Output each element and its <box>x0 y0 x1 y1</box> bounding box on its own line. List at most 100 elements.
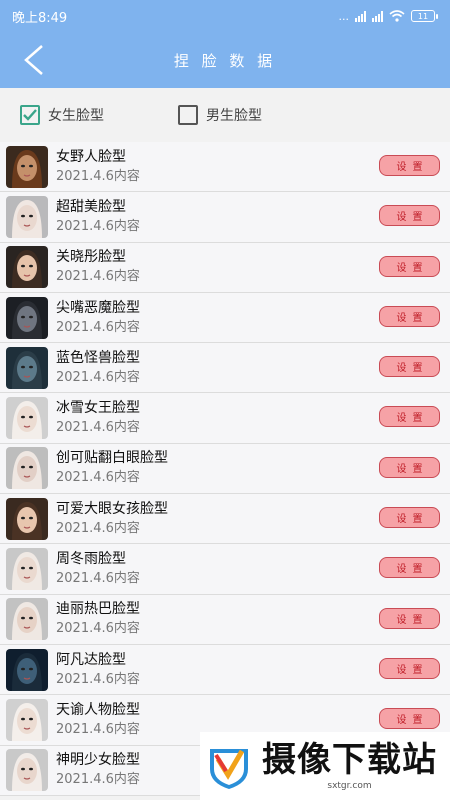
face-row: 创可贴翻白眼脸型 2021.4.6内容 设置 <box>0 443 450 495</box>
set-button[interactable]: 设置 <box>379 657 440 679</box>
face-info: 神明少女脸型 2021.4.6内容 <box>56 750 140 790</box>
watermark-url: sxtgr.com <box>327 781 372 791</box>
male-label: 男生脸型 <box>206 108 262 124</box>
face-row: 阿凡达脸型 2021.4.6内容 设置 <box>0 644 450 696</box>
set-button[interactable]: 设置 <box>379 155 440 176</box>
face-date: 2021.4.6内容 <box>56 671 140 687</box>
battery-icon: 11 <box>411 10 438 22</box>
face-date: 2021.4.6内容 <box>56 420 140 436</box>
male-checkbox[interactable] <box>178 105 198 125</box>
female-label: 女生脸型 <box>48 108 104 124</box>
face-date: 2021.4.6内容 <box>56 168 140 184</box>
face-row: 冰雪女王脸型 2021.4.6内容 设置 <box>0 393 450 444</box>
network-speed: ... <box>338 9 350 23</box>
face-avatar <box>6 447 48 490</box>
face-avatar <box>6 346 48 389</box>
set-button[interactable]: 设置 <box>379 708 440 730</box>
set-button[interactable]: 设置 <box>379 305 440 327</box>
face-date: 2021.4.6内容 <box>56 571 140 587</box>
face-name: 神明少女脸型 <box>56 752 140 769</box>
face-row: 蓝色怪兽脸型 2021.4.6内容 设置 <box>0 343 450 394</box>
face-info: 尖嘴恶魔脸型 2021.4.6内容 <box>56 298 140 338</box>
set-button[interactable]: 设置 <box>379 205 440 227</box>
face-name: 周冬雨脸型 <box>56 551 126 568</box>
face-info: 天谕人物脸型 2021.4.6内容 <box>56 700 140 740</box>
face-avatar <box>6 497 48 540</box>
face-avatar <box>6 246 48 289</box>
battery-level: 11 <box>411 10 435 22</box>
checkmark-icon <box>23 109 37 121</box>
face-row: 尖嘴恶魔脸型 2021.4.6内容 设置 <box>0 292 450 344</box>
face-date: 2021.4.6内容 <box>56 721 140 737</box>
face-date: 2021.4.6内容 <box>56 218 140 234</box>
app-header: 晚上8:49 ... 11 捏 脸 数 据 <box>0 0 450 88</box>
face-row: 迪丽热巴脸型 2021.4.6内容 设置 <box>0 594 450 645</box>
face-date: 2021.4.6内容 <box>56 470 140 486</box>
face-row: 周冬雨脸型 2021.4.6内容 设置 <box>0 544 450 595</box>
face-avatar <box>6 195 48 238</box>
face-row: 关晓彤脸型 2021.4.6内容 设置 <box>0 242 450 293</box>
face-date: 2021.4.6内容 <box>56 269 140 285</box>
face-date: 2021.4.6内容 <box>56 369 140 385</box>
face-info: 迪丽热巴脸型 2021.4.6内容 <box>56 599 140 639</box>
set-button[interactable]: 设置 <box>379 507 440 529</box>
signal-icon-2 <box>372 10 383 22</box>
face-info: 女野人脸型 2021.4.6内容 <box>56 147 140 187</box>
watermark-logo <box>210 749 248 789</box>
face-name: 尖嘴恶魔脸型 <box>56 299 140 316</box>
face-avatar <box>6 296 48 339</box>
face-avatar <box>6 749 48 792</box>
face-avatar <box>6 397 48 440</box>
face-name: 天谕人物脸型 <box>56 701 140 718</box>
page-title: 捏 脸 数 据 <box>173 51 277 70</box>
face-name: 冰雪女王脸型 <box>56 400 140 417</box>
female-face-toggle[interactable]: 女生脸型 <box>20 105 178 125</box>
set-button[interactable]: 设置 <box>379 255 440 277</box>
face-avatar <box>6 648 48 691</box>
wifi-icon <box>389 10 405 22</box>
face-date: 2021.4.6内容 <box>56 319 140 335</box>
face-info: 关晓彤脸型 2021.4.6内容 <box>56 247 140 287</box>
back-arrow-icon[interactable] <box>20 44 48 76</box>
face-avatar <box>6 548 48 591</box>
face-avatar <box>6 145 48 188</box>
face-name: 女野人脸型 <box>56 148 126 165</box>
set-button[interactable]: 设置 <box>379 406 440 428</box>
face-info: 阿凡达脸型 2021.4.6内容 <box>56 650 140 690</box>
face-name: 阿凡达脸型 <box>56 651 126 668</box>
face-name: 关晓彤脸型 <box>56 249 126 266</box>
watermark-text: 摄像下载站 sxtgr.com <box>262 740 437 792</box>
set-button[interactable]: 设置 <box>379 456 440 478</box>
set-button[interactable]: 设置 <box>379 607 440 629</box>
face-name: 蓝色怪兽脸型 <box>56 349 140 366</box>
face-name: 超甜美脸型 <box>56 198 126 215</box>
status-icons: ... 11 <box>338 9 438 23</box>
gender-filter: 女生脸型 男生脸型 <box>0 88 450 142</box>
male-face-toggle[interactable]: 男生脸型 <box>178 105 336 125</box>
female-checkbox[interactable] <box>20 105 40 125</box>
face-row: 女野人脸型 2021.4.6内容 设置 <box>0 142 450 193</box>
face-info: 创可贴翻白眼脸型 2021.4.6内容 <box>56 448 168 488</box>
face-avatar <box>6 698 48 741</box>
face-date: 2021.4.6内容 <box>56 621 140 637</box>
face-row: 超甜美脸型 2021.4.6内容 设置 <box>0 192 450 243</box>
status-bar: 晚上8:49 ... 11 <box>0 0 450 32</box>
face-row: 可爱大眼女孩脸型 2021.4.6内容 设置 <box>0 494 450 545</box>
face-name: 可爱大眼女孩脸型 <box>56 500 168 517</box>
face-info: 可爱大眼女孩脸型 2021.4.6内容 <box>56 499 168 539</box>
signal-icon <box>355 10 366 22</box>
face-info: 超甜美脸型 2021.4.6内容 <box>56 197 140 237</box>
face-list: 女野人脸型 2021.4.6内容 设置 超甜美脸型 2021.4.6内容 设置 <box>0 142 450 796</box>
face-info: 蓝色怪兽脸型 2021.4.6内容 <box>56 348 140 388</box>
face-date: 2021.4.6内容 <box>56 772 140 788</box>
set-button[interactable]: 设置 <box>379 356 440 378</box>
nav-bar: 捏 脸 数 据 <box>0 32 450 88</box>
face-info: 冰雪女王脸型 2021.4.6内容 <box>56 398 140 438</box>
watermark: 摄像下载站 sxtgr.com <box>200 732 450 800</box>
face-date: 2021.4.6内容 <box>56 520 140 536</box>
face-name: 创可贴翻白眼脸型 <box>56 450 168 467</box>
set-button[interactable]: 设置 <box>379 557 440 579</box>
face-avatar <box>6 598 48 641</box>
status-time: 晚上8:49 <box>12 10 68 26</box>
face-info: 周冬雨脸型 2021.4.6内容 <box>56 549 140 589</box>
